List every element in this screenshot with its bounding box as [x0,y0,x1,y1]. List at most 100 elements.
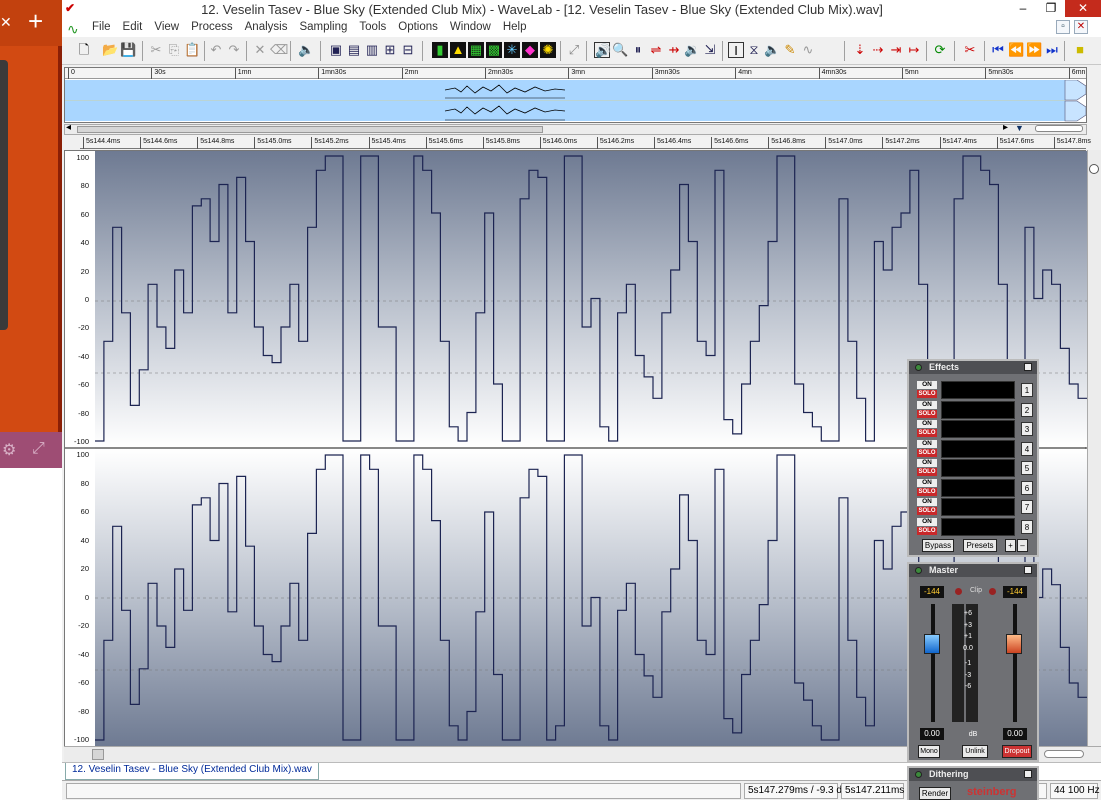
zoom-icon[interactable]: 🔍 [612,42,628,58]
vertical-zoom-knob[interactable] [1089,164,1099,174]
mdi-close-icon[interactable]: ✕ [1074,20,1088,34]
paste-icon[interactable]: 📋 [184,42,200,58]
effect-on-button[interactable]: ON [917,400,937,409]
pencil-icon[interactable]: ✎ [782,42,798,58]
marker-loop-icon[interactable]: ⇥ [888,42,904,58]
menu-edit[interactable]: Edit [117,21,149,33]
eraser-icon[interactable]: ⌫ [270,42,288,58]
meter-icon-3[interactable]: ▦ [468,42,484,58]
save-icon[interactable]: 💾 [120,42,136,58]
menu-process[interactable]: Process [185,21,239,33]
scroll-left-icon[interactable]: ◂ [66,122,71,133]
time-icon[interactable]: ⧖ [746,42,762,58]
effect-on-button[interactable]: ON [917,517,937,526]
effect-on-button[interactable]: ON [917,498,937,506]
bottom-scroll-thumb[interactable] [92,749,104,760]
document-tab[interactable]: 12. Veselin Tasev - Blue Sky (Extended C… [65,763,319,780]
close-tab-icon[interactable]: ✕ [0,14,12,31]
horizontal-scrollbar[interactable]: ◂ ▸ ▼ [64,122,1087,135]
view-icon-4[interactable]: ⊞ [382,42,398,58]
view-icon-5[interactable]: ⊟ [400,42,416,58]
effect-slot[interactable] [941,478,1015,497]
open-file-icon[interactable]: 📂 [102,42,118,58]
scroll-thumb[interactable] [77,126,543,133]
minimize-button[interactable]: – [1012,0,1034,17]
audio-out-icon[interactable]: 🔉 [684,42,700,58]
effects-power-icon[interactable] [915,364,922,371]
close-button[interactable]: ✕ [1065,0,1101,17]
play-speaker-icon[interactable]: 🔊 [594,42,611,58]
effect-on-button[interactable]: ON [917,459,937,467]
overview-ruler[interactable]: 0 30s 1mn 1mn30s 2mn 2mn30s 3mn 3mn30s 4mn 4mn30s… [65,68,1086,79]
effects-close-icon[interactable] [1024,363,1032,371]
effect-slot[interactable] [941,439,1015,458]
effect-on-button[interactable]: ON [917,478,937,487]
zoom-dropdown-icon[interactable]: ▼ [1015,123,1024,133]
marker-insert-icon[interactable]: ⇣ [852,42,868,58]
new-file-icon[interactable]: 🗋 [76,42,92,58]
menu-tools[interactable]: Tools [353,21,392,33]
meter-icon-4[interactable]: ▩ [486,42,502,58]
menu-options[interactable]: Options [392,21,444,33]
effect-slot[interactable] [941,459,1015,477]
effect-solo-button[interactable]: SOLO [917,429,937,437]
document-icon[interactable]: ∿ [67,21,79,38]
stop-icon[interactable]: ■ [1072,42,1088,58]
go-start-icon[interactable]: ⏮ [990,42,1006,58]
restore-button[interactable]: ❐ [1040,0,1062,17]
master-close-icon[interactable] [1024,566,1032,574]
presets-button[interactable]: Presets [963,539,997,552]
effect-slot[interactable] [941,420,1015,438]
text-cursor-icon[interactable]: I [728,42,744,58]
right-fader[interactable] [1006,634,1022,654]
effect-slot[interactable] [941,517,1015,536]
meter-icon-1[interactable]: ▮ [432,42,448,58]
vertical-scrollbar[interactable] [1087,150,1101,746]
effect-solo-button[interactable]: SOLO [917,507,937,515]
meter-icon-6[interactable]: ◆ [522,42,538,58]
snap-icon[interactable]: ⇲ [702,42,718,58]
effect-solo-button[interactable]: SOLO [917,487,937,496]
effect-slot-number[interactable]: 6 [1021,480,1033,495]
effect-solo-button[interactable]: SOLO [917,409,937,418]
view-icon-2[interactable]: ▤ [346,42,362,58]
effect-on-button[interactable]: ON [917,381,937,389]
effect-slot-number[interactable]: 2 [1021,402,1033,417]
effect-slot-number[interactable]: 3 [1021,422,1033,436]
effect-on-button[interactable]: ON [917,439,937,448]
meter-icon-2[interactable]: ▲ [450,42,466,58]
dropout-button[interactable]: Dropout [1002,745,1032,758]
unlink-button[interactable]: Unlink [962,745,988,758]
effect-on-button[interactable]: ON [917,420,937,428]
effect-solo-button[interactable]: SOLO [917,448,937,457]
redo-icon[interactable]: ↷ [226,42,242,58]
right-gain-readout[interactable]: 0.00 [1003,728,1027,740]
menu-sampling[interactable]: Sampling [293,21,353,33]
effect-solo-button[interactable]: SOLO [917,526,937,535]
zoom-slider[interactable] [1035,125,1083,132]
meter-icon-7[interactable]: ✺ [540,42,556,58]
go-end-icon[interactable]: ⏭ [1044,42,1060,58]
effect-slot[interactable] [941,381,1015,399]
marker-next-icon[interactable]: ⇢ [870,42,886,58]
master-power-icon[interactable] [915,567,922,574]
bottom-zoom-slider[interactable] [1044,750,1084,758]
split-icon[interactable]: ✂ [962,42,978,58]
cut-icon[interactable]: ✂ [148,42,164,58]
mdi-restore-icon[interactable]: ▫ [1056,20,1070,34]
effect-slot[interactable] [941,400,1015,419]
speaker-icon[interactable]: 🔈 [298,42,314,58]
resize-icon[interactable]: ⤢ [566,42,582,58]
dithering-power-icon[interactable] [915,771,922,778]
curve-icon[interactable]: ∿ [800,42,816,58]
forward-icon[interactable]: ⏩ [1026,42,1042,58]
scroll-right-icon[interactable]: ▸ [1003,122,1008,133]
effect-solo-button[interactable]: SOLO [917,468,937,476]
left-gain-readout[interactable]: 0.00 [920,728,944,740]
remove-effect-button[interactable]: – [1017,539,1028,552]
loop-icon[interactable]: ⇌ [648,42,664,58]
speaker-small-icon[interactable]: 🔈 [764,42,780,58]
marker-end-icon[interactable]: ↦ [906,42,922,58]
pause-icon[interactable]: ⏸ [630,42,646,58]
effect-slot-number[interactable]: 8 [1021,519,1033,534]
